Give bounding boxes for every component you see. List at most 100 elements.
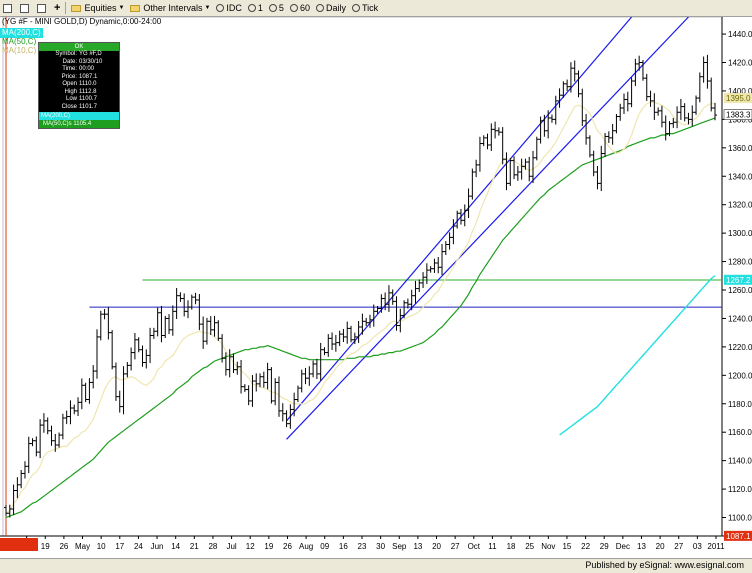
x-tick-label: Aug (299, 542, 313, 551)
x-tick-label: 13 (413, 542, 422, 551)
x-tick-label: 15 (562, 542, 571, 551)
y-tick-label: 1140.0 (728, 457, 752, 466)
y-tick-label: 1440.0 (728, 30, 752, 39)
x-tick-label: Nov (541, 542, 555, 551)
interval-tick-button[interactable]: Tick (349, 0, 381, 16)
x-tick-label: 03 (693, 542, 702, 551)
chart-menu-button[interactable] (0, 0, 17, 16)
ma10-line (5, 101, 715, 514)
y-tick-label: 1340.0 (728, 172, 752, 181)
y-tick-label: 1180.0 (728, 400, 752, 409)
clock-icon (351, 4, 360, 12)
y-tick-label: 1240.0 (728, 314, 752, 323)
cursor-row-low: Low 1100.7 (65, 96, 97, 102)
x-tick-label: 27 (451, 542, 460, 551)
publisher-text: Published by eSignal: www.esignal.com (585, 560, 744, 570)
cursor-info-header: OK (39, 43, 119, 51)
folder-icon (130, 4, 141, 12)
x-tick-label: 22 (581, 542, 590, 551)
cursor-row-date: Date: 03/30/10 (62, 58, 103, 65)
x-tick-label: 25 (525, 542, 534, 551)
interval-1-button[interactable]: 1 (245, 0, 266, 16)
x-tick-label: 20 (432, 542, 441, 551)
price-tag-label: 1087.1 (726, 532, 751, 541)
x-tick-label: 29 (600, 542, 609, 551)
y-tick-label: 1280.0 (728, 258, 752, 267)
cursor-button[interactable]: + (51, 0, 63, 16)
x-tick-label: Sep (392, 542, 407, 551)
other-intervals-label: Other Intervals (143, 3, 203, 13)
y-tick-label: 1300.0 (728, 229, 752, 238)
cursor-row-symbol: Symbol: YG #F,D (55, 51, 102, 57)
grid-button[interactable] (17, 0, 34, 16)
chevron-down-icon: ▼ (118, 5, 125, 11)
status-bar: Published by eSignal: www.esignal.com (0, 558, 752, 573)
x-tick-label: 21 (190, 542, 199, 551)
price-tag-label: 1267.2 (726, 276, 751, 285)
folder-icon (71, 4, 82, 12)
price-tag-label: 1395.0 (726, 94, 751, 103)
y-tick-label: 1320.0 (728, 201, 752, 210)
x-tick-label: 17 (115, 542, 124, 551)
equities-label: Equities (84, 3, 117, 13)
clock-icon (315, 4, 324, 12)
toolbar-divider (65, 2, 67, 14)
cursor-row-open: Open 1110.0 (62, 81, 97, 87)
y-tick-label: 1420.0 (728, 59, 752, 68)
interval-60-button[interactable]: 60 (287, 0, 313, 16)
x-tick-label: 13 (637, 542, 646, 551)
cursor-info-window: OK Symbol: YG #F,D Date: 03/30/10 Time: 00:… (38, 42, 120, 129)
cursor-row-high: High 1112.8 (64, 88, 97, 95)
x-tick-label: 14 (171, 542, 180, 551)
price-tag-label: 1383.3 (726, 111, 751, 120)
x-tick-label: 16 (339, 542, 348, 551)
cursor-date-tag (0, 538, 38, 551)
x-tick-label: 20 (656, 542, 665, 551)
x-tick-label: 19 (264, 542, 273, 551)
clock-icon (289, 4, 298, 12)
x-tick-label: 10 (97, 542, 106, 551)
legend-ma10: MA(10,C) (2, 46, 37, 55)
y-tick-label: 1200.0 (728, 371, 752, 380)
y-tick-label: 1100.0 (728, 514, 752, 523)
grid-icon (20, 3, 29, 13)
x-tick-label: 24 (134, 542, 143, 551)
clock-icon (216, 4, 225, 12)
cursor-row-ma50: MA(50,C)s 1105.4 (39, 120, 119, 128)
y-tick-label: 1120.0 (728, 485, 752, 494)
x-tick-label: 19 (41, 542, 50, 551)
x-tick-label: 26 (59, 542, 68, 551)
x-tick-label: 30 (376, 542, 385, 551)
x-tick-label: 11 (488, 542, 497, 551)
cursor-row-close: Close 1101.7 (61, 103, 97, 110)
x-tick-label: Oct (468, 542, 481, 551)
interval-daily-button[interactable]: Daily (313, 0, 349, 16)
x-tick-label: Jul (226, 542, 236, 551)
cursor-row-time: Time: 00:00 (62, 66, 95, 72)
y-tick-label: 1160.0 (728, 428, 752, 437)
draw-button[interactable] (34, 0, 51, 16)
x-tick-label: Jun (151, 542, 164, 551)
interval-5-button[interactable]: 5 (266, 0, 287, 16)
x-tick-label: 26 (283, 542, 292, 551)
x-tick-label: 18 (507, 542, 516, 551)
cursor-row-price: Price: 1087.1 (61, 73, 98, 80)
interval-idc-button[interactable]: IDC (213, 0, 245, 16)
x-tick-label: 12 (246, 542, 255, 551)
y-tick-label: 1360.0 (728, 144, 752, 153)
x-tick-label: 2011 (707, 542, 725, 551)
chart-header: (YG #F - MINI GOLD,D) Dynamic,0:00-24:00 (2, 17, 162, 26)
x-tick-label: Dec (616, 542, 630, 551)
toolbar: + Equities ▼ Other Intervals ▼ IDC 1 5 60 … (0, 0, 752, 17)
pencil-icon (37, 3, 46, 13)
clock-icon (247, 4, 256, 12)
chevron-down-icon: ▼ (204, 5, 211, 11)
other-intervals-menu[interactable]: Other Intervals ▼ (127, 0, 213, 16)
chart-icon (3, 3, 12, 13)
y-tick-label: 1220.0 (728, 343, 752, 352)
x-tick-label: 09 (320, 542, 329, 551)
x-tick-label: May (75, 542, 90, 551)
equities-menu[interactable]: Equities ▼ (68, 0, 127, 16)
x-tick-label: 27 (674, 542, 683, 551)
ma50-line (5, 117, 716, 519)
